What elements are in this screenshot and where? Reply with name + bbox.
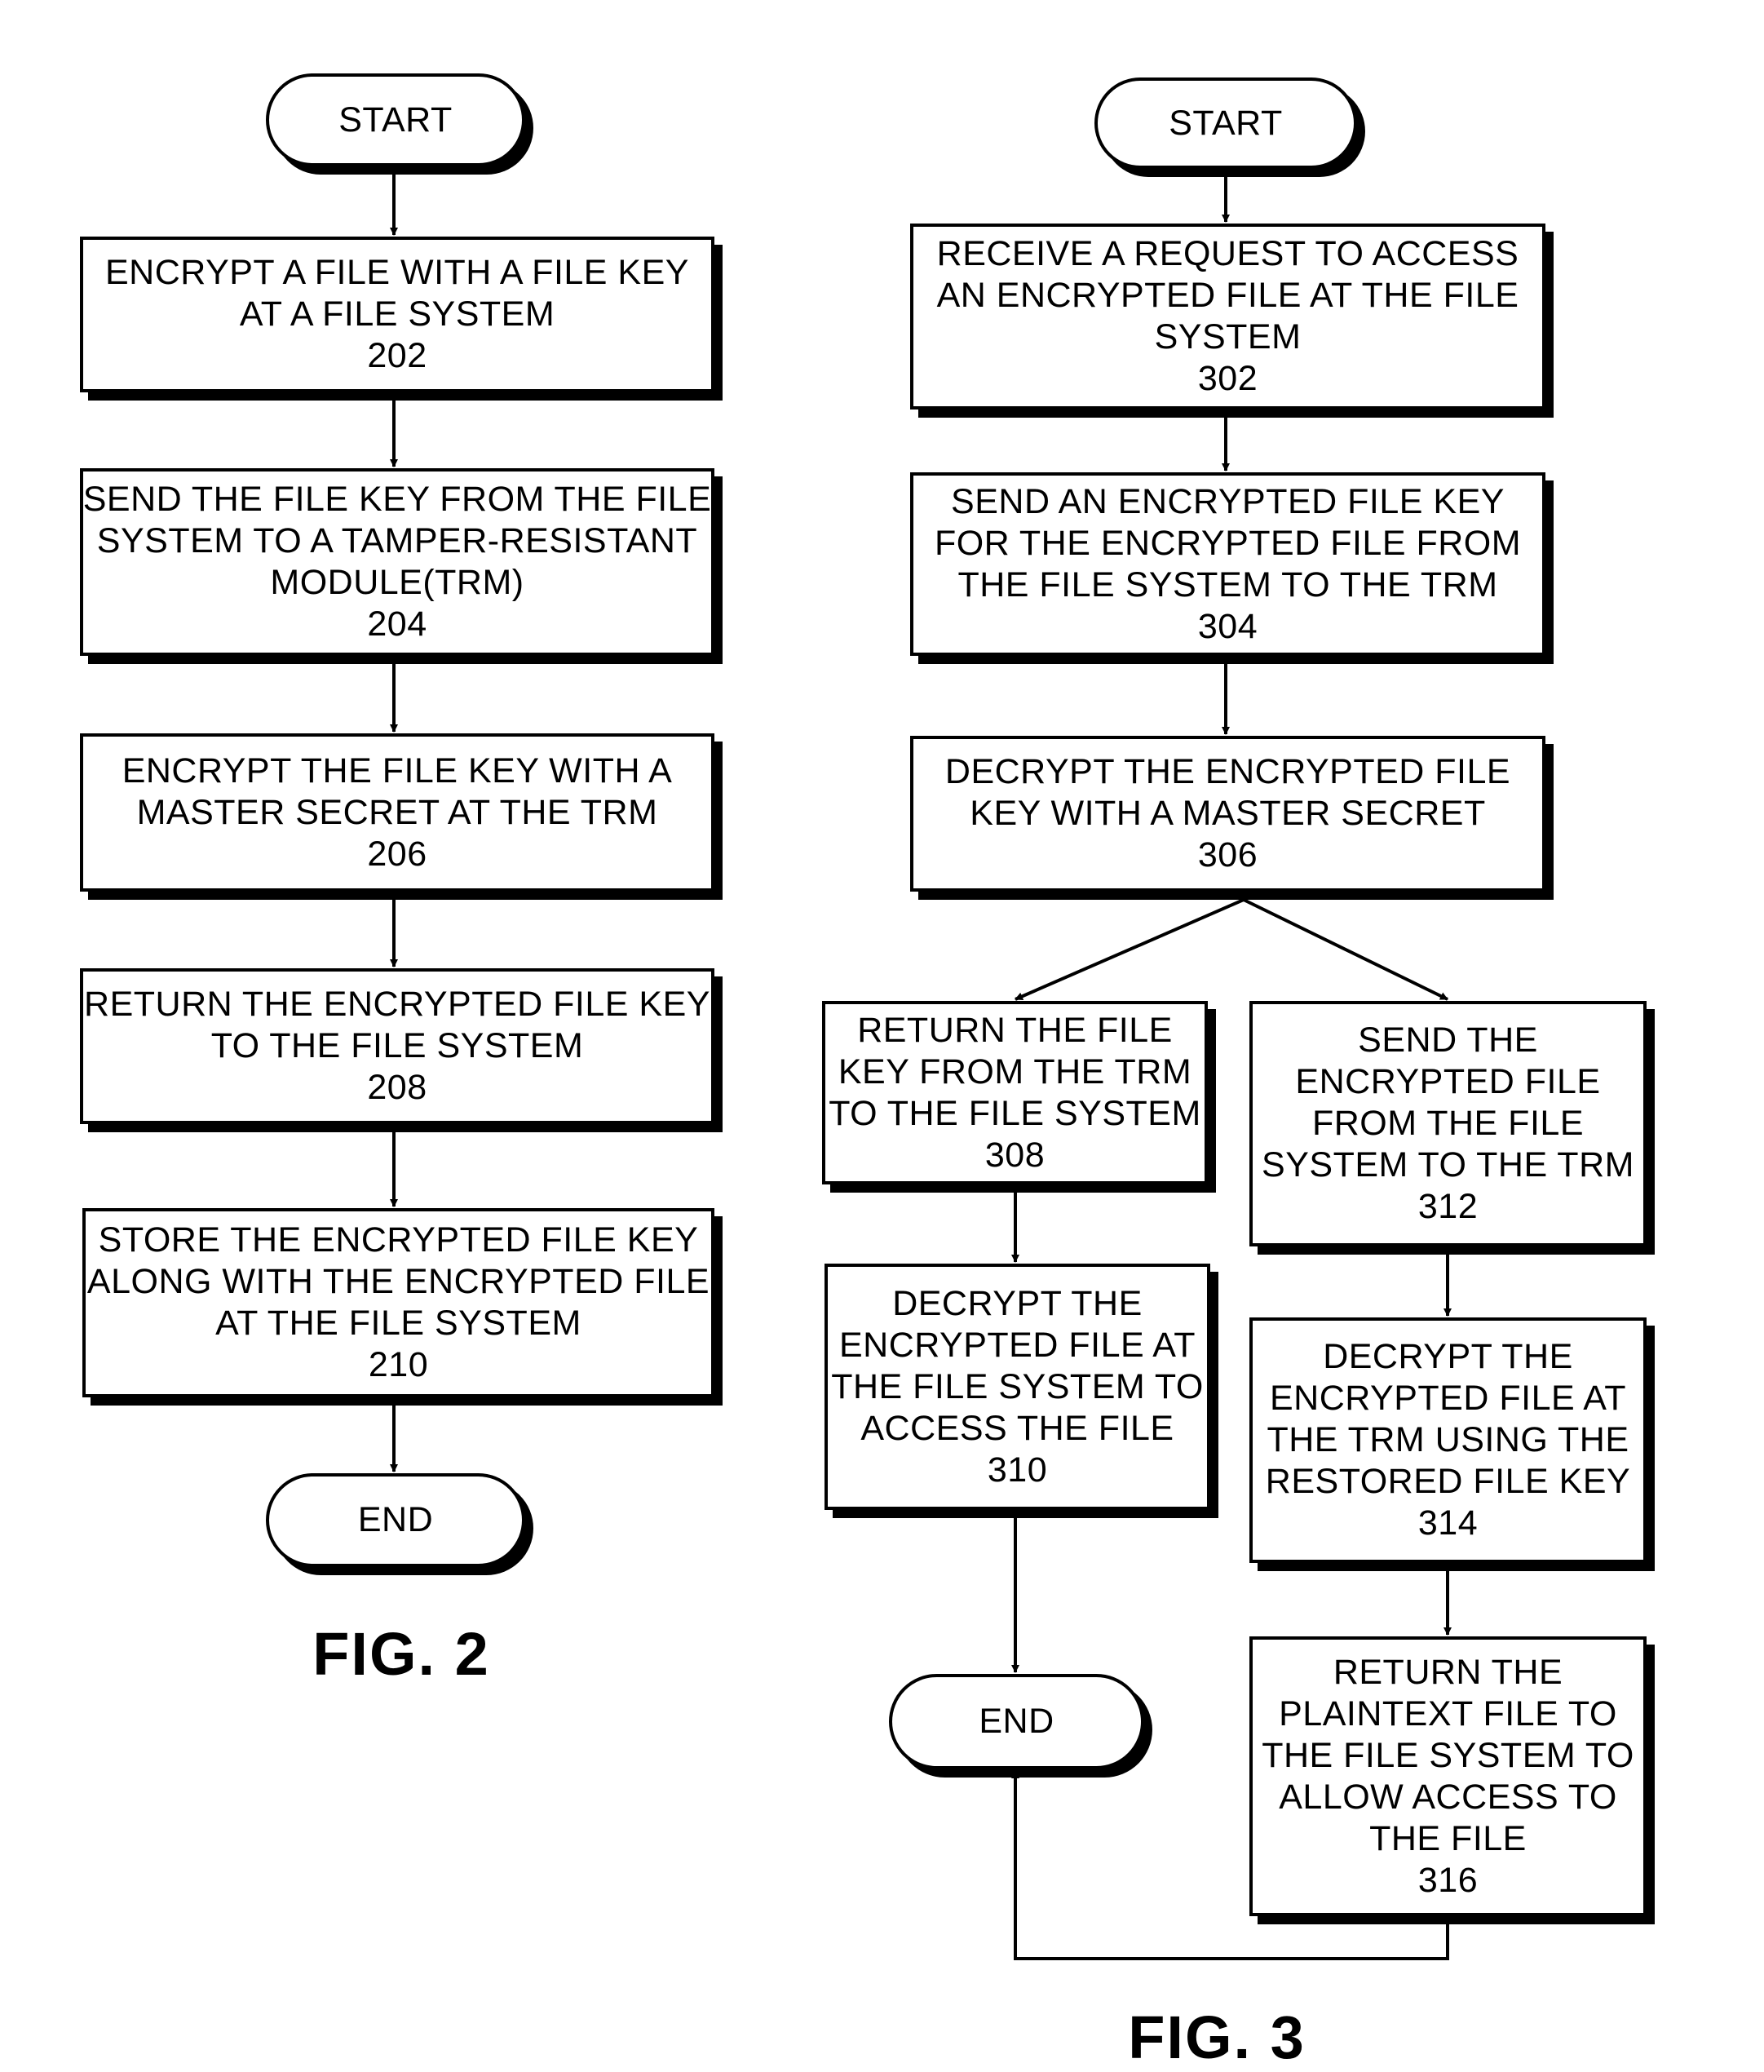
step-text: ALONG WITH THE ENCRYPTED FILE bbox=[86, 1262, 710, 1301]
step-ref: 308 bbox=[984, 1135, 1046, 1175]
step-text: SEND AN ENCRYPTED FILE KEY bbox=[951, 481, 1505, 521]
fig3-step-314: DECRYPT THE ENCRYPTED FILE AT THE TRM US… bbox=[1249, 1317, 1647, 1563]
fig3-start-label: START bbox=[1169, 103, 1283, 143]
step-text: KEY FROM THE TRM bbox=[838, 1051, 1192, 1091]
fig2-step-204: SEND THE FILE KEY FROM THE FILE SYSTEM T… bbox=[80, 468, 714, 656]
step-text: STORE THE ENCRYPTED FILE KEY bbox=[98, 1220, 699, 1260]
fig2-step-202: ENCRYPT A FILE WITH A FILE KEY AT A FILE… bbox=[80, 237, 714, 392]
step-text: ENCRYPT A FILE WITH A FILE KEY bbox=[105, 253, 689, 292]
step-text: FROM THE FILE bbox=[1311, 1104, 1584, 1143]
step-text: AT A FILE SYSTEM bbox=[239, 294, 555, 334]
fig3-end-terminal: END bbox=[889, 1674, 1144, 1769]
step-ref: 314 bbox=[1417, 1503, 1479, 1543]
step-text: DECRYPT THE bbox=[1323, 1337, 1573, 1376]
step-text: RETURN THE FILE bbox=[857, 1010, 1173, 1050]
step-text: SYSTEM TO THE TRM bbox=[1262, 1145, 1634, 1184]
step-text: ENCRYPT THE FILE KEY WITH A bbox=[122, 750, 673, 790]
step-ref: 312 bbox=[1417, 1187, 1479, 1226]
step-text: THE FILE SYSTEM TO THE TRM bbox=[957, 564, 1498, 604]
step-text: THE TRM USING THE bbox=[1267, 1420, 1629, 1459]
step-text: TO THE FILE SYSTEM bbox=[210, 1026, 584, 1065]
fig3-step-312: SEND THE ENCRYPTED FILE FROM THE FILE SY… bbox=[1249, 1001, 1647, 1246]
fig2-start-label: START bbox=[338, 100, 453, 139]
step-text: PLAINTEXT FILE TO bbox=[1279, 1693, 1617, 1733]
step-ref: 210 bbox=[368, 1345, 429, 1384]
arrow-306-to-308 bbox=[1015, 898, 1245, 1001]
step-text: ENCRYPTED FILE bbox=[1295, 1062, 1601, 1101]
step-text: SEND THE bbox=[1358, 1021, 1538, 1060]
step-text: THE FILE SYSTEM TO bbox=[1262, 1735, 1634, 1775]
fig2-step-206: ENCRYPT THE FILE KEY WITH A MASTER SECRE… bbox=[80, 733, 714, 892]
step-ref: 302 bbox=[1197, 359, 1258, 398]
step-text: MASTER SECRET AT THE TRM bbox=[136, 792, 658, 832]
step-text: RETURN THE ENCRYPTED FILE KEY bbox=[84, 985, 710, 1024]
step-ref: 204 bbox=[367, 604, 427, 644]
step-text: RESTORED FILE KEY bbox=[1265, 1462, 1631, 1501]
step-text: KEY WITH A MASTER SECRET bbox=[970, 794, 1486, 833]
fig3-step-304: SEND AN ENCRYPTED FILE KEY FOR THE ENCRY… bbox=[910, 472, 1545, 656]
step-text: ACCESS THE FILE bbox=[860, 1408, 1174, 1448]
fig2-caption: FIG. 2 bbox=[312, 1620, 490, 1688]
step-ref: 310 bbox=[987, 1450, 1048, 1490]
fig2-end-label: END bbox=[357, 1500, 434, 1539]
step-text: MODULE(TRM) bbox=[270, 563, 524, 602]
step-text: SYSTEM bbox=[1154, 317, 1302, 356]
step-text: AN ENCRYPTED FILE AT THE FILE bbox=[936, 276, 1519, 315]
fig3-start-terminal: START bbox=[1094, 77, 1357, 169]
step-text: ENCRYPTED FILE AT bbox=[838, 1325, 1196, 1365]
step-text: TO THE FILE SYSTEM bbox=[829, 1093, 1201, 1133]
step-ref: 206 bbox=[367, 834, 427, 874]
step-ref: 202 bbox=[367, 336, 427, 375]
step-text: ENCRYPTED FILE AT bbox=[1269, 1379, 1626, 1418]
step-text: SYSTEM TO A TAMPER-RESISTANT bbox=[96, 521, 698, 560]
step-text: DECRYPT THE bbox=[892, 1283, 1143, 1323]
fig2-step-210: STORE THE ENCRYPTED FILE KEY ALONG WITH … bbox=[82, 1208, 714, 1397]
step-text: THE FILE SYSTEM TO bbox=[831, 1366, 1204, 1406]
arrow-306-to-312 bbox=[1243, 898, 1448, 1001]
step-text: RETURN THE bbox=[1333, 1652, 1563, 1692]
step-text: DECRYPT THE ENCRYPTED FILE bbox=[944, 752, 1511, 791]
step-text: SEND THE FILE KEY FROM THE FILE bbox=[82, 480, 712, 519]
fig3-end-label: END bbox=[979, 1702, 1054, 1741]
step-ref: 316 bbox=[1417, 1860, 1479, 1900]
step-text: AT THE FILE SYSTEM bbox=[215, 1304, 581, 1343]
fig2-step-208: RETURN THE ENCRYPTED FILE KEY TO THE FIL… bbox=[80, 968, 714, 1124]
fig2-start-terminal: START bbox=[266, 73, 525, 166]
step-ref: 208 bbox=[367, 1068, 427, 1107]
step-text: FOR THE ENCRYPTED FILE FROM bbox=[934, 523, 1522, 563]
step-ref: 306 bbox=[1197, 835, 1258, 874]
fig2-end-terminal: END bbox=[266, 1473, 525, 1567]
step-text: RECEIVE A REQUEST TO ACCESS bbox=[936, 234, 1519, 273]
fig3-step-308: RETURN THE FILE KEY FROM THE TRM TO THE … bbox=[822, 1001, 1208, 1184]
fig3-step-316: RETURN THE PLAINTEXT FILE TO THE FILE SY… bbox=[1249, 1636, 1647, 1916]
step-ref: 304 bbox=[1197, 606, 1258, 646]
fig3-step-302: RECEIVE A REQUEST TO ACCESS AN ENCRYPTED… bbox=[910, 224, 1545, 410]
fig3-caption: FIG. 3 bbox=[1128, 2003, 1306, 2071]
step-text: ALLOW ACCESS TO bbox=[1279, 1777, 1617, 1817]
fig3-step-310: DECRYPT THE ENCRYPTED FILE AT THE FILE S… bbox=[825, 1264, 1210, 1510]
fig3-step-306: DECRYPT THE ENCRYPTED FILE KEY WITH A MA… bbox=[910, 736, 1545, 892]
step-text: THE FILE bbox=[1369, 1818, 1527, 1858]
